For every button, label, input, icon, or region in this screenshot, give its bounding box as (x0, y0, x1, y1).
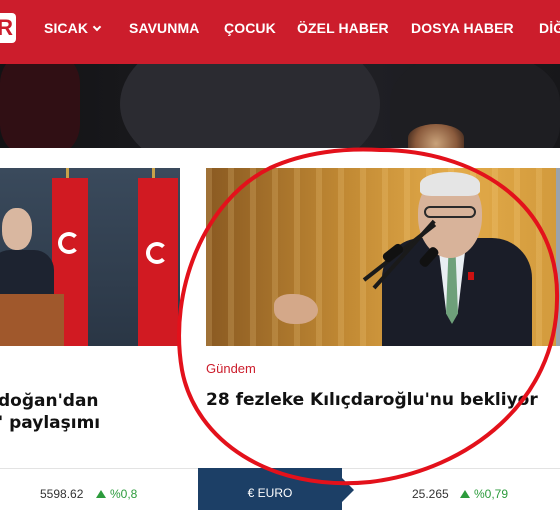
news-card-headline-1[interactable]: doğan'dan ' paylaşımı (0, 390, 118, 434)
up-arrow-icon (96, 490, 106, 498)
hero-shape (120, 64, 380, 148)
up-arrow-icon (460, 490, 470, 498)
hero-brooch (408, 124, 464, 148)
nav-item-sicak[interactable]: SICAK (44, 20, 102, 36)
ticker-value-right: 25.265 (412, 487, 449, 501)
top-nav: R SICAK SAVUNMA ÇOCUK ÖZEL HABER DOSYA H… (0, 0, 560, 64)
tab-euro-label: € EURO (247, 486, 293, 500)
site-logo[interactable]: R (0, 13, 16, 43)
hero-image[interactable] (0, 64, 560, 148)
news-card-image-2[interactable] (206, 168, 560, 346)
glasses (424, 206, 476, 218)
tab-euro[interactable]: € EURO (198, 468, 354, 510)
nav-item-label: SICAK (44, 20, 89, 36)
category-label[interactable]: Gündem (206, 361, 256, 376)
nav-item-dosya-haber[interactable]: DOSYA HABER (411, 20, 514, 36)
nav-item-savunma[interactable]: SAVUNMA (129, 20, 199, 36)
podium (0, 294, 64, 346)
ticker-change-right: %0,79 (474, 487, 509, 501)
chevron-down-icon (92, 22, 102, 32)
headline-line: doğan'dan (0, 391, 99, 411)
ticker-value-left: 5598.62 (40, 487, 84, 501)
crescent-icon (146, 242, 168, 264)
nav-item-ozel-haber[interactable]: ÖZEL HABER (297, 20, 389, 36)
turkish-flag (138, 178, 178, 346)
nav-item-cocuk[interactable]: ÇOCUK (224, 20, 276, 36)
news-card-headline-2[interactable]: 28 fezleke Kılıçdaroğlu'nu bekliyor (206, 390, 538, 410)
person-hand (274, 294, 318, 324)
headline-line: ' paylaşımı (0, 413, 101, 433)
crescent-icon (58, 232, 80, 254)
ticker-change-left: %0,8 (110, 487, 138, 501)
lapel-pin (468, 272, 474, 280)
news-card-image-1[interactable] (0, 168, 180, 346)
person-hair (420, 172, 480, 196)
logo-letter: R (0, 15, 13, 40)
hero-shape (0, 64, 80, 148)
person-head (2, 208, 32, 250)
nav-item-diger[interactable]: DİĞ (539, 20, 560, 36)
next-card-image-edge[interactable] (556, 168, 560, 346)
